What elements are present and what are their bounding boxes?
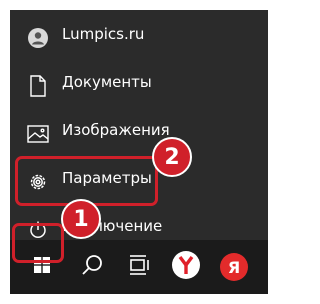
menu-item-label: Lumpics.ru	[62, 25, 145, 43]
task-view-icon	[129, 255, 151, 279]
image-icon	[26, 122, 50, 146]
menu-item-user[interactable]: Lumpics.ru	[10, 14, 268, 62]
screenshot: Lumpics.ru Документы Изображения Парамет…	[0, 0, 284, 304]
step-1-badge: 1	[61, 199, 101, 239]
menu-item-images[interactable]: Изображения	[10, 110, 268, 158]
yandex-button[interactable]: Я	[210, 240, 258, 294]
step-2-badge: 2	[152, 137, 192, 177]
yandex-icon: Я	[220, 253, 248, 281]
menu-item-label: Изображения	[62, 121, 170, 139]
step-2-number: 2	[164, 144, 180, 170]
step-1-number: 1	[73, 206, 89, 232]
document-icon	[26, 74, 50, 98]
start-highlight-frame	[12, 223, 64, 263]
yandex-browser-icon	[171, 250, 201, 284]
yandex-letter: Я	[227, 257, 241, 277]
menu-item-label: Документы	[62, 73, 152, 91]
task-view-button[interactable]	[116, 240, 164, 294]
yandex-browser-button[interactable]	[162, 240, 210, 294]
user-icon	[26, 26, 50, 50]
search-button[interactable]	[68, 240, 116, 294]
settings-highlight-frame	[15, 156, 158, 206]
menu-item-documents[interactable]: Документы	[10, 62, 268, 110]
search-icon	[81, 254, 103, 280]
